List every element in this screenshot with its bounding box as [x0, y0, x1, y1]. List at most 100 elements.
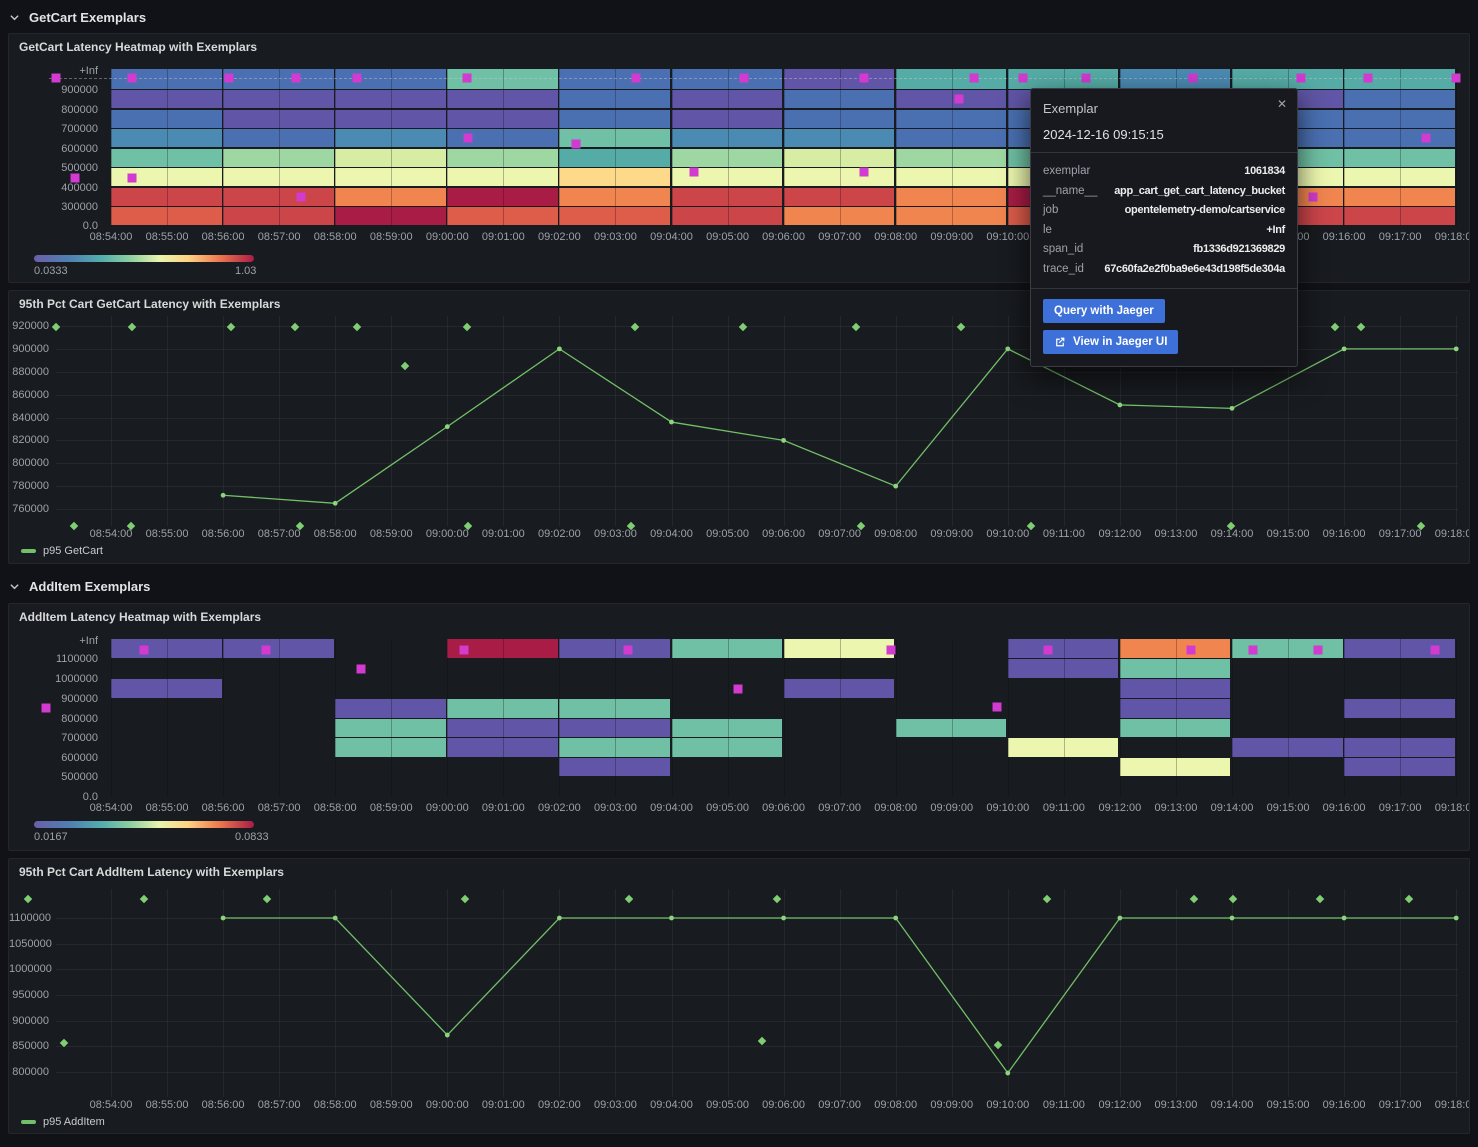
- close-icon[interactable]: ✕: [1277, 97, 1287, 111]
- panel-title: AddItem Latency Heatmap with Exemplars: [9, 604, 1469, 630]
- exemplar-marker[interactable]: [624, 646, 633, 655]
- exemplar-marker[interactable]: [632, 74, 641, 83]
- exemplar-guide-line: [49, 78, 1457, 79]
- legend-label: p95 GetCart: [43, 545, 103, 557]
- grafana-dashboard: { "rows": [ {"label": "GetCart Exemplars…: [0, 0, 1478, 1147]
- row-header-getcart-exemplars[interactable]: GetCart Exemplars: [8, 5, 146, 29]
- field-value: 1061834: [1244, 162, 1285, 182]
- x-axis-label: 09:18:00: [1423, 528, 1470, 540]
- exemplar-marker[interactable]: [128, 174, 137, 183]
- field-key: exemplar: [1043, 162, 1090, 182]
- y-axis-label: 800000: [9, 457, 49, 469]
- exemplar-marker[interactable]: [52, 74, 61, 83]
- exemplar-marker[interactable]: [225, 74, 234, 83]
- exemplar-marker[interactable]: [1019, 74, 1028, 83]
- color-scale-min: 0.0167: [34, 831, 68, 843]
- series-line: [9, 859, 1469, 1134]
- exemplar-marker[interactable]: [970, 74, 979, 83]
- exemplar-marker[interactable]: [71, 174, 80, 183]
- exemplar-marker[interactable]: [860, 168, 869, 177]
- field-value: opentelemetry-demo/cartservice: [1125, 201, 1285, 221]
- exemplar-marker[interactable]: [1364, 74, 1373, 83]
- exemplar-marker[interactable]: [464, 134, 473, 143]
- exemplar-marker[interactable]: [1422, 134, 1431, 143]
- y-axis-label: 840000: [9, 412, 49, 424]
- y-axis-label: 1100000: [9, 653, 98, 665]
- tooltip-title: Exemplar: [1043, 101, 1098, 116]
- color-scale: [34, 821, 254, 828]
- series-legend[interactable]: p95 GetCart: [21, 545, 103, 557]
- exemplar-marker[interactable]: [140, 646, 149, 655]
- y-axis-label: 900000: [9, 1015, 49, 1027]
- color-scale-max: 1.03: [235, 265, 256, 277]
- y-axis-label: 820000: [9, 434, 49, 446]
- field-key: job: [1043, 201, 1058, 221]
- tooltip-fields: exemplar 1061834 __name__ app_cart_get_cart…: [1031, 152, 1297, 289]
- exemplar-marker[interactable]: [1189, 74, 1198, 83]
- exemplar-marker[interactable]: [292, 74, 301, 83]
- exemplar-marker[interactable]: [1314, 646, 1323, 655]
- exemplar-marker[interactable]: [1297, 74, 1306, 83]
- exemplar-marker[interactable]: [262, 646, 271, 655]
- series-legend[interactable]: p95 AddItem: [21, 1116, 105, 1128]
- field-value: fb1336d921369829: [1193, 240, 1285, 260]
- exemplar-marker[interactable]: [1431, 646, 1440, 655]
- tooltip-field-row: le+Inf: [1043, 221, 1285, 241]
- exemplar-marker[interactable]: [572, 140, 581, 149]
- y-axis-label: 1000000: [9, 963, 49, 975]
- exemplar-marker[interactable]: [1187, 646, 1196, 655]
- legend-swatch: [21, 549, 36, 553]
- y-axis-label: 600000: [9, 752, 98, 764]
- exemplar-marker[interactable]: [460, 646, 469, 655]
- y-axis-label: 1050000: [9, 938, 49, 950]
- exemplar-marker[interactable]: [955, 95, 964, 104]
- tooltip-field-row: job opentelemetry-demo/cartservice: [1043, 201, 1285, 221]
- tooltip-field-row: span_idfb1336d921369829: [1043, 240, 1285, 260]
- query-with-jaeger-button[interactable]: Query with Jaeger: [1043, 299, 1165, 323]
- exemplar-marker[interactable]: [463, 74, 472, 83]
- exemplar-marker[interactable]: [353, 74, 362, 83]
- row-header-additem-exemplars[interactable]: AddItem Exemplars: [8, 574, 150, 598]
- exemplar-marker[interactable]: [1044, 646, 1053, 655]
- legend-label: p95 AddItem: [43, 1116, 105, 1128]
- tooltip-field-row: __name__ app_cart_get_cart_latency_bucket: [1043, 182, 1285, 202]
- y-axis-label: 900000: [9, 343, 49, 355]
- exemplar-marker[interactable]: [860, 74, 869, 83]
- field-key: __name__: [1043, 182, 1097, 202]
- y-axis-label: 780000: [9, 480, 49, 492]
- exemplar-tooltip: Exemplar ✕ 2024-12-16 09:15:15 exemplar1…: [1030, 88, 1298, 367]
- exemplar-marker[interactable]: [690, 168, 699, 177]
- button-label: Query with Jaeger: [1054, 305, 1154, 317]
- y-axis-label: 950000: [9, 989, 49, 1001]
- exemplar-marker[interactable]: [734, 685, 743, 694]
- exemplar-marker[interactable]: [1452, 74, 1461, 83]
- exemplar-marker[interactable]: [357, 665, 366, 674]
- tooltip-field-row: trace_id67c60fa2e2f0ba9e6e43d198f5de304a: [1043, 260, 1285, 280]
- row-title: GetCart Exemplars: [29, 10, 146, 25]
- y-axis-label: 800000: [9, 713, 98, 725]
- y-axis-label: 900000: [9, 84, 98, 96]
- y-axis-label: 1100000: [9, 912, 49, 924]
- color-scale: [34, 255, 254, 262]
- exemplar-marker[interactable]: [42, 704, 51, 713]
- exemplar-marker[interactable]: [887, 646, 896, 655]
- y-axis-label: 500000: [9, 162, 98, 174]
- y-axis-label: 800000: [9, 104, 98, 116]
- x-axis-label: 09:18:00: [1423, 231, 1470, 243]
- exemplar-marker[interactable]: [1249, 646, 1258, 655]
- exemplar-marker[interactable]: [993, 703, 1002, 712]
- tooltip-field-row: exemplar 1061834: [1043, 162, 1285, 182]
- panel-title: GetCart Latency Heatmap with Exemplars: [9, 34, 1469, 60]
- x-axis-label: 09:18:00: [1423, 1099, 1470, 1111]
- field-value: app_cart_get_cart_latency_bucket: [1114, 182, 1285, 202]
- y-axis-label: 880000: [9, 366, 49, 378]
- exemplar-marker[interactable]: [297, 193, 306, 202]
- y-axis-label: 700000: [9, 732, 98, 744]
- exemplar-marker[interactable]: [1309, 193, 1318, 202]
- field-key: trace_id: [1043, 260, 1084, 280]
- exemplar-marker[interactable]: [740, 74, 749, 83]
- y-axis-label: 920000: [9, 320, 49, 332]
- exemplar-marker[interactable]: [128, 74, 137, 83]
- view-in-jaeger-button[interactable]: View in Jaeger UI: [1043, 330, 1178, 354]
- exemplar-marker[interactable]: [1082, 74, 1091, 83]
